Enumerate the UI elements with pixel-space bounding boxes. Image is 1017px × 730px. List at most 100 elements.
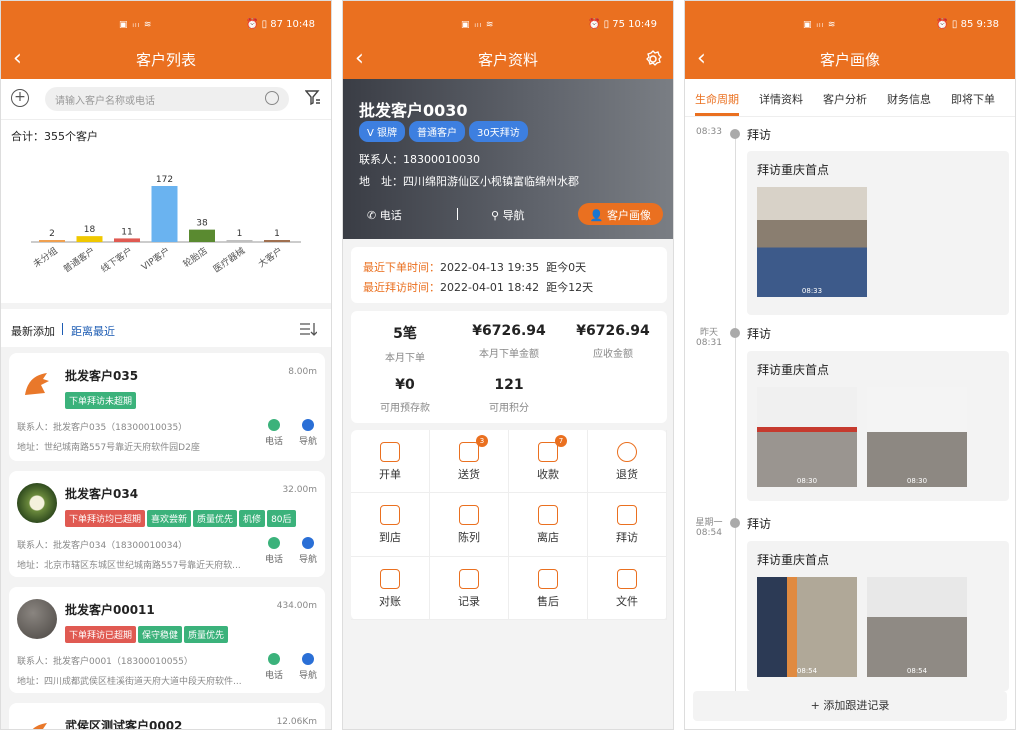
navigate-button[interactable]: ⚲ 导航 [491, 207, 525, 223]
bar-未分组[interactable] [39, 240, 65, 242]
bar-普通客户[interactable] [76, 236, 103, 242]
action-files[interactable]: 文件 [588, 556, 667, 620]
action-create-order[interactable]: 开单 [351, 430, 430, 494]
call-button[interactable]: 电话 [261, 537, 287, 565]
phone-icon [268, 653, 280, 665]
add-followup-button[interactable]: + 添加跟进记录 [693, 691, 1007, 721]
edit-doc-icon [380, 442, 400, 462]
phone-icon [268, 419, 280, 431]
navigate-button[interactable]: 导航 [295, 653, 321, 681]
tab-divider [62, 323, 63, 335]
action-visit[interactable]: 拜访 [588, 493, 667, 557]
action-return[interactable]: 退货 [588, 430, 667, 494]
divider [457, 208, 458, 220]
action-after-sales[interactable]: 售后 [509, 556, 588, 620]
customer-name: 批发客户00011 [65, 603, 155, 617]
alarm-icon: ⏰ ▯ [587, 19, 613, 30]
door-icon [617, 505, 637, 526]
tab-lifecycle[interactable]: 生命周期 [695, 91, 739, 107]
call-button[interactable]: 电话 [261, 419, 287, 447]
tab-upcoming-orders[interactable]: 即将下单 [951, 91, 995, 107]
contact-info: 联系人：18300010030 [359, 153, 480, 166]
bar-VIP客户[interactable] [151, 186, 178, 242]
navigate-button[interactable]: 导航 [295, 537, 321, 565]
gear-icon[interactable] [643, 49, 663, 69]
bar-医疗器械[interactable] [226, 240, 253, 242]
filter-icon[interactable] [305, 89, 321, 107]
folder-icon [617, 568, 637, 589]
action-delivery[interactable]: 3 送货 [430, 430, 509, 494]
visit-photo[interactable]: 08:54 [757, 577, 857, 677]
bar-value-label: 18 [84, 225, 96, 235]
visit-photo[interactable]: 08:33 [757, 187, 867, 297]
customer-card[interactable]: 武侯区测试客户0002 12.06Km [9, 703, 325, 729]
bar-轮胎店[interactable] [189, 229, 215, 242]
visit-photo[interactable]: 08:54 [867, 577, 967, 677]
customer-list-screen: ▣ ᵢₗₗ ≋ ⏰ ▯ 87 10:48 ‹ 客户列表 + 请输入客户名称或电话… [0, 0, 332, 730]
navigate-button[interactable]: 导航 [295, 419, 321, 447]
battery-level: 75 [612, 19, 625, 30]
call-button[interactable]: ✆ 电话 [367, 207, 402, 223]
search-icon[interactable] [265, 91, 279, 105]
add-customer-icon[interactable]: + [11, 89, 29, 107]
customer-card[interactable]: 批发客户035 8.00m 下单拜访未超期 联系人：批发客户035（183000… [9, 353, 325, 461]
stats-box: 5笔 本月下单 ¥6726.94 本月下单金额 ¥6726.94 应收金额 ¥0 可用预… [351, 311, 667, 423]
category-label: 未分组 [31, 245, 60, 270]
page-title: 客户画像 [819, 51, 880, 69]
customer-card[interactable]: 批发客户00011 434.00m 下单拜访已超期 保守稳健 质量优先 联系人：批发… [9, 587, 325, 693]
horse-logo-avatar [25, 373, 49, 395]
bar-线下客户[interactable] [114, 238, 140, 242]
tab-recent[interactable]: 最新添加 [11, 323, 55, 339]
call-button[interactable]: 电话 [261, 653, 287, 681]
clock: 10:49 [628, 19, 657, 30]
entry-type: 拜访 [747, 517, 772, 531]
back-icon[interactable]: ‹ [697, 47, 706, 71]
visit-card[interactable]: 拜访重庆首点 08:33 [747, 151, 1009, 315]
customer-name: 批发客户035 [65, 369, 139, 383]
sort-icon[interactable] [299, 321, 317, 337]
bar-value-label: 11 [121, 227, 132, 237]
action-collect-payment[interactable]: 7 收款 [509, 430, 588, 494]
contact-info: 联系人：批发客户035（18300010035） [17, 423, 188, 433]
category-label: 普通客户 [61, 245, 97, 275]
visit-card[interactable]: 拜访重庆首点 08:30 08:30 [747, 351, 1009, 501]
contact-info: 联系人：批发客户0001（18300010055） [17, 657, 193, 667]
category-label: 大客户 [256, 245, 285, 270]
bar-value-label: 38 [196, 219, 208, 229]
visit-photo[interactable]: 08:30 [867, 387, 967, 487]
bar-value-label: 1 [274, 229, 280, 239]
tab-details[interactable]: 详情资料 [759, 91, 803, 107]
back-icon[interactable]: ‹ [13, 47, 22, 71]
status-tag: 下单拜访均已超期 [65, 510, 146, 527]
alarm-icon: ⏰ ▯ [936, 19, 961, 30]
visit-photo[interactable]: 08:30 [757, 387, 857, 487]
action-display[interactable]: 陈列 [430, 493, 509, 557]
visit-title: 拜访重庆首点 [757, 553, 830, 567]
app-bar: ▣ ᵢₗₗ ≋ ⏰ ▯ 87 10:48 ‹ 客户列表 [1, 1, 331, 79]
action-record[interactable]: 记录 [430, 556, 509, 620]
visit-card[interactable]: 拜访重庆首点 08:54 08:54 [747, 541, 1009, 691]
customer-card[interactable]: 批发客户034 32.00m 下单拜访均已超期 喜欢尝新 质量优先 机修 80后 联系人… [9, 471, 325, 577]
search-input[interactable]: 请输入客户名称或电话 [45, 87, 289, 111]
return-icon [617, 442, 637, 462]
customer-portrait-button[interactable]: 👤 客户画像 [577, 203, 663, 225]
sort-bar: 最新添加 距离最近 [1, 303, 331, 347]
ledger-icon [380, 568, 400, 589]
customer-portrait-screen: ▣ ᵢₗₗ ≋ ⏰ ▯ 85 9:38 ‹ 客户画像 生命周期 详情资料 客户分… [684, 0, 1016, 730]
trait-tag: 质量优先 [184, 626, 229, 643]
signal-icon: ▣ ᵢₗₗ ≋ [119, 20, 153, 30]
distance: 8.00m [288, 367, 317, 377]
bar-chart: 2 未分组 18 普通客户 11 线下客户 172 VIP客户 38 轮胎店 1 医疗器械 1 大客户 [31, 175, 301, 275]
action-check-out[interactable]: 离店 [509, 493, 588, 557]
action-check-in[interactable]: 到店 [351, 493, 430, 557]
recent-activity-box: 最近下单时间：2022-04-13 19:35 距今0天 最近拜访时间：2022… [351, 247, 667, 303]
alarm-icon: ⏰ ▯ [245, 19, 271, 30]
tab-analysis[interactable]: 客户分析 [823, 91, 867, 107]
entry-type: 拜访 [747, 327, 772, 341]
back-icon[interactable]: ‹ [355, 47, 364, 71]
tab-finance[interactable]: 财务信息 [887, 91, 931, 107]
signal-icon: ▣ ᵢₗₗ ≋ [461, 20, 495, 30]
tab-nearest[interactable]: 距离最近 [71, 323, 115, 339]
bar-大客户[interactable] [264, 240, 290, 242]
action-reconcile[interactable]: 对账 [351, 556, 430, 620]
